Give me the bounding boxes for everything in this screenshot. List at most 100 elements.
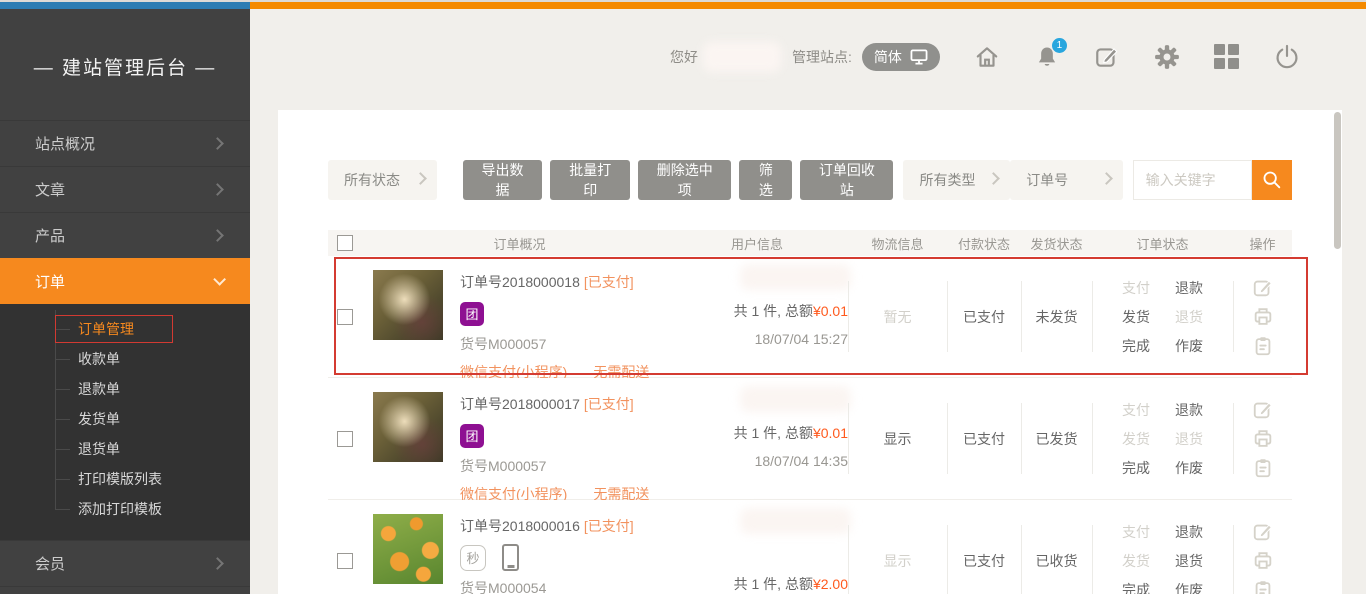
action-ship[interactable]: 发货 (1122, 429, 1150, 449)
delete-selected-button[interactable]: 删除选中项 (638, 160, 731, 200)
print-order-icon[interactable] (1252, 428, 1274, 450)
paid-tag: [已支付] (584, 396, 634, 412)
print-order-icon[interactable] (1252, 306, 1274, 328)
order-number: 订单号2018000016 (460, 518, 580, 534)
action-void[interactable]: 作废 (1175, 580, 1203, 594)
status-filter-dropdown[interactable]: 所有状态 (328, 160, 437, 200)
chevron-down-icon (414, 172, 427, 185)
action-ship[interactable]: 发货 (1122, 551, 1150, 571)
action-return[interactable]: 退货 (1175, 307, 1203, 327)
sidebar-item-site-overview[interactable]: 站点概况 (0, 120, 250, 166)
action-refund[interactable]: 退款 (1175, 522, 1203, 542)
batch-print-button[interactable]: 批量打印 (550, 160, 630, 200)
action-refund[interactable]: 退款 (1175, 278, 1203, 298)
main-accent-bar (250, 2, 1366, 9)
content-panel: 所有状态 导出数据 批量打印 删除选中项 筛选 订单回收站 所有类型 订单号 订… (278, 110, 1342, 594)
action-refund[interactable]: 退款 (1175, 400, 1203, 420)
col-header-operations: 操作 (1233, 234, 1292, 253)
grid-icon (1214, 44, 1240, 69)
product-image (373, 270, 443, 340)
edit-site-button[interactable] (1094, 44, 1120, 70)
select-all-checkbox[interactable] (337, 235, 353, 251)
submenu-item-receipts[interactable]: 收款单 (0, 344, 250, 374)
edit-icon (1094, 44, 1120, 70)
col-header-logistics: 物流信息 (848, 234, 947, 253)
order-status-actions: 支付 退款 发货 退货 完成 作废 (1122, 278, 1203, 356)
col-header-user: 用户信息 (666, 234, 848, 253)
sidebar: — 建站管理后台 — 站点概况 文章 产品 订单 订单管理 收款单 退款单 发货… (0, 9, 250, 594)
product-image (373, 514, 443, 584)
notification-badge: 1 (1052, 38, 1067, 53)
edit-order-icon[interactable] (1252, 521, 1274, 543)
submenu-item-print-template-list[interactable]: 打印模版列表 (0, 464, 250, 494)
edit-order-icon[interactable] (1252, 277, 1274, 299)
submenu-item-order-management[interactable]: 订单管理 (0, 314, 250, 344)
sidebar-item-orders[interactable]: 订单 (0, 258, 250, 304)
payment-status: 已支付 (963, 551, 1005, 571)
action-void[interactable]: 作废 (1175, 458, 1203, 478)
logistics-status[interactable]: 显示 (884, 429, 912, 449)
settings-button[interactable] (1154, 44, 1180, 70)
action-pay[interactable]: 支付 (1122, 522, 1150, 542)
action-ship[interactable]: 发货 (1122, 307, 1150, 327)
groupbuy-badge: 团 (460, 302, 484, 326)
home-button[interactable] (974, 44, 1000, 70)
copy-order-icon[interactable] (1252, 579, 1274, 594)
submenu-item-add-print-template[interactable]: 添加打印模板 (0, 494, 250, 524)
language-pill-button[interactable]: 简体 (862, 43, 940, 71)
sidebar-item-products[interactable]: 产品 (0, 212, 250, 258)
type-filter-dropdown[interactable]: 所有类型 (903, 160, 1010, 200)
order-amount: ¥0.01 (813, 303, 848, 319)
sidebar-divider (0, 586, 250, 592)
chevron-right-icon (211, 557, 224, 570)
submenu-item-return-orders[interactable]: 退货单 (0, 434, 250, 464)
sidebar-item-members[interactable]: 会员 (0, 540, 250, 586)
action-void[interactable]: 作废 (1175, 336, 1203, 356)
redacted-username (743, 389, 848, 409)
order-status-actions: 支付 退款 发货 退货 完成 作废 (1122, 400, 1203, 478)
notifications-button[interactable]: 1 (1034, 44, 1060, 70)
chevron-right-icon (211, 183, 224, 196)
action-complete[interactable]: 完成 (1122, 580, 1150, 594)
order-recycle-bin-button[interactable]: 订单回收站 (800, 160, 893, 200)
search-field-dropdown[interactable]: 订单号 (1010, 160, 1122, 200)
action-pay[interactable]: 支付 (1122, 400, 1150, 420)
table-header: 订单概况 用户信息 物流信息 付款状态 发货状态 订单状态 操作 (328, 230, 1292, 256)
col-header-shipping: 发货状态 (1021, 234, 1092, 253)
export-data-button[interactable]: 导出数据 (463, 160, 543, 200)
submenu-item-refund-orders[interactable]: 退款单 (0, 374, 250, 404)
copy-order-icon[interactable] (1252, 335, 1274, 357)
action-return[interactable]: 退货 (1175, 551, 1203, 571)
edit-order-icon[interactable] (1252, 399, 1274, 421)
sku-number: 货号M000054 (460, 578, 634, 594)
sidebar-item-articles[interactable]: 文章 (0, 166, 250, 212)
payment-status: 已支付 (963, 429, 1005, 449)
row-checkbox[interactable] (337, 553, 353, 569)
order-amount: ¥0.01 (813, 425, 848, 441)
apps-button[interactable] (1214, 44, 1240, 70)
action-complete[interactable]: 完成 (1122, 336, 1150, 356)
copy-order-icon[interactable] (1252, 457, 1274, 479)
print-order-icon[interactable] (1252, 550, 1274, 572)
logout-button[interactable] (1274, 44, 1300, 70)
filter-button[interactable]: 筛选 (739, 160, 792, 200)
search-button[interactable] (1252, 160, 1292, 200)
logistics-status[interactable]: 暂无 (884, 307, 912, 327)
row-checkbox[interactable] (337, 431, 353, 447)
search-input[interactable] (1133, 160, 1252, 200)
submenu-item-shipping-orders[interactable]: 发货单 (0, 404, 250, 434)
greeting-text: 您好 (670, 47, 698, 67)
shipping-status: 未发货 (1036, 307, 1078, 327)
scrollbar-thumb[interactable] (1334, 112, 1341, 249)
action-pay[interactable]: 支付 (1122, 278, 1150, 298)
redacted-username (706, 45, 778, 69)
groupbuy-badge: 团 (460, 424, 484, 448)
logistics-status[interactable]: 显示 (884, 551, 912, 571)
product-image (373, 392, 443, 462)
orders-toolbar: 所有状态 导出数据 批量打印 删除选中项 筛选 订单回收站 所有类型 订单号 (328, 160, 1292, 200)
action-complete[interactable]: 完成 (1122, 458, 1150, 478)
sku-number: 货号M000057 (460, 334, 649, 354)
row-checkbox[interactable] (337, 309, 353, 325)
redacted-username (743, 511, 848, 531)
action-return[interactable]: 退货 (1175, 429, 1203, 449)
